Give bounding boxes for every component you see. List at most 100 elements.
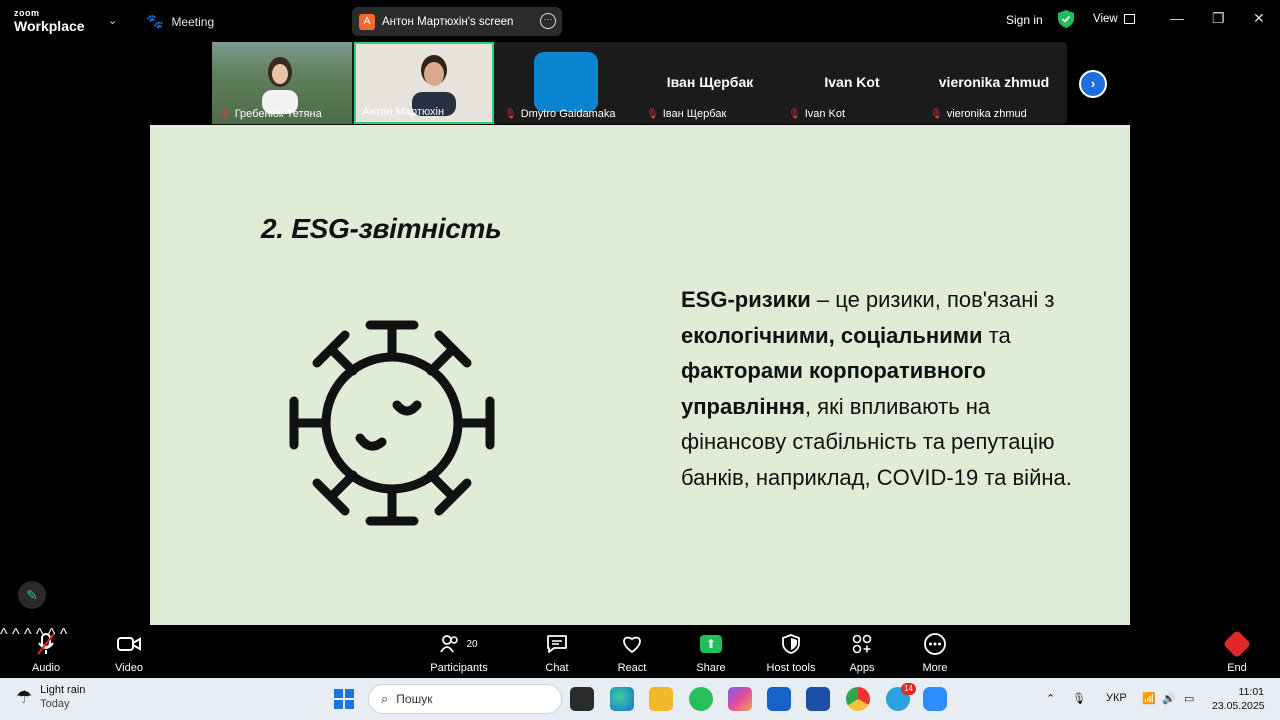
minimize-icon[interactable]: —: [1170, 10, 1184, 26]
participant-big-name: Іван Щербак: [666, 74, 754, 90]
annotate-pen-icon[interactable]: ✎: [18, 581, 46, 609]
mic-muted-icon: [26, 632, 66, 656]
host-tools-button[interactable]: Host tools: [762, 632, 820, 674]
grid-icon: [1123, 14, 1135, 24]
more-dots-icon: [915, 632, 955, 656]
chat-button[interactable]: Chat: [537, 632, 577, 674]
top-bar: zoom Workplace ⌄ 🐾 Meeting A Антон Мартю…: [0, 0, 1280, 42]
more-button[interactable]: More: [915, 632, 955, 674]
store-icon[interactable]: [806, 687, 830, 711]
audio-chevron-icon[interactable]: ^: [0, 626, 8, 643]
edge-browser-icon[interactable]: [610, 687, 634, 711]
chrome-icon[interactable]: [846, 687, 870, 711]
screen-share-pill[interactable]: A Антон Мартюхін's screen ···: [352, 7, 562, 36]
participant-big-name: vieronika zhmud: [938, 74, 1050, 90]
end-label: End: [1227, 662, 1247, 674]
participants-filmstrip: 🎙 Гребенюк Тетяна Антон Мартюхін 🎙 Dmytro …: [212, 42, 1067, 124]
copilot-icon[interactable]: [728, 687, 752, 711]
participant-big-name: Ivan Kot: [824, 74, 880, 90]
chevron-down-icon[interactable]: ⌄: [108, 14, 117, 27]
share-button[interactable]: ⬆ Share: [691, 632, 731, 674]
text-ecological-social: екологічними, соціальними: [681, 322, 983, 348]
close-icon[interactable]: ✕: [1253, 10, 1265, 27]
wifi-icon[interactable]: 📶: [1142, 692, 1156, 705]
shared-slide: 2. ESG-звітність ESG-ризики – це ризики,…: [150, 125, 1130, 625]
apps-button[interactable]: Apps: [842, 632, 882, 674]
clock-date: 23.05.2025: [1212, 700, 1265, 712]
participant-tile-active[interactable]: Антон Мартюхін: [354, 42, 494, 124]
windows-start-icon[interactable]: [334, 689, 354, 709]
video-button[interactable]: Video: [109, 632, 149, 674]
participant-tile[interactable]: vieronika zhmud 🎙 vieronika zhmud: [924, 42, 1064, 124]
microphone-icon[interactable]: 🎙: [1072, 692, 1086, 705]
apps-label: Apps: [849, 662, 875, 674]
slide-body-text: ESG-ризики – це ризики, пов'язані з екол…: [681, 282, 1091, 495]
meeting-button[interactable]: 🐾 Meeting: [146, 13, 214, 30]
mic-muted-icon: 🎙: [218, 108, 231, 120]
host-tools-label: Host tools: [766, 662, 816, 674]
weather-widget[interactable]: ☂ Light rain Today: [16, 684, 85, 710]
sharer-avatar: A: [359, 13, 375, 30]
participant-tile[interactable]: Ivan Kot 🎙 Ivan Kot: [782, 42, 922, 124]
meeting-toolbar: Audio ^ Video ^ 20 Participants ^ Chat ^…: [0, 626, 1280, 678]
show-hidden-icons[interactable]: ⌃: [1046, 692, 1055, 705]
participant-name: Антон Мартюхін: [362, 106, 445, 118]
view-label: View: [1093, 13, 1118, 25]
task-view-icon[interactable]: [570, 687, 594, 711]
text-part: та: [982, 322, 1011, 348]
slide-title: 2. ESG-звітність: [261, 213, 502, 244]
search-placeholder: Пошук: [396, 692, 433, 706]
paw-icon: 🐾: [146, 13, 164, 29]
video-camera-icon: [109, 632, 149, 656]
participant-name: 🎙 Гребенюк Тетяна: [218, 108, 322, 120]
participant-avatar: [534, 52, 598, 112]
virus-icon: [289, 320, 495, 526]
react-button[interactable]: React: [612, 632, 652, 674]
participant-tile[interactable]: 🎙 Гребенюк Тетяна: [212, 42, 352, 124]
brand-bottom: Workplace: [14, 18, 85, 34]
participants-button[interactable]: 20 Participants: [429, 632, 489, 674]
brand-top: zoom: [14, 8, 40, 18]
chat-icon: [537, 632, 577, 656]
next-page-button[interactable]: ›: [1079, 70, 1107, 98]
more-label: More: [922, 662, 948, 674]
video-chevron-icon[interactable]: ^: [12, 626, 20, 643]
participant-name: 🎙 Ivan Kot: [788, 108, 846, 120]
audio-button[interactable]: Audio: [26, 632, 66, 674]
mic-muted-icon: 🎙: [646, 108, 659, 120]
participant-name: 🎙 Іван Щербак: [646, 108, 727, 120]
volume-icon[interactable]: 🔊: [1162, 692, 1176, 705]
rain-cloud-icon: ☂: [16, 686, 33, 707]
sign-in-link[interactable]: Sign in: [1006, 13, 1043, 27]
whatsapp-icon[interactable]: [689, 687, 713, 711]
text-part: – це ризики, пов'язані з: [810, 287, 1055, 312]
zoom-app-icon[interactable]: [923, 687, 947, 711]
telegram-icon[interactable]: 14: [886, 683, 916, 711]
clock-time: 11:01: [1238, 686, 1265, 698]
mic-muted-icon: 🎙: [788, 108, 801, 120]
telegram-badge: 14: [901, 683, 916, 695]
zoom-logo[interactable]: zoom Workplace: [14, 8, 85, 34]
outlook-icon[interactable]: [767, 687, 791, 711]
system-clock[interactable]: 11:01 23.05.2025: [1212, 685, 1265, 713]
end-icon: [1222, 629, 1252, 659]
participant-name: 🎙 vieronika zhmud: [930, 108, 1027, 120]
taskbar-search[interactable]: ⌕ Пошук: [368, 684, 562, 714]
more-options-icon[interactable]: ···: [540, 13, 556, 29]
video-label: Video: [115, 662, 143, 674]
participants-count: 20: [466, 638, 478, 650]
end-meeting-button[interactable]: End: [1217, 629, 1257, 674]
participants-icon: 20: [429, 632, 489, 656]
participant-video: [262, 57, 298, 114]
participant-tile[interactable]: Іван Щербак 🎙 Іван Щербак: [640, 42, 780, 124]
restore-icon[interactable]: ❐: [1212, 10, 1225, 27]
language-indicator[interactable]: УКР: [1106, 692, 1127, 704]
battery-icon[interactable]: ▭: [1184, 692, 1194, 705]
chat-label: Chat: [545, 662, 569, 674]
security-shield-icon[interactable]: [1058, 10, 1074, 28]
react-label: React: [617, 662, 647, 674]
file-explorer-icon[interactable]: [649, 687, 673, 711]
weather-title: Light rain: [40, 684, 86, 696]
participant-tile[interactable]: 🎙 Dmytro Gaidamaka: [498, 42, 638, 124]
view-button[interactable]: View: [1093, 13, 1135, 25]
